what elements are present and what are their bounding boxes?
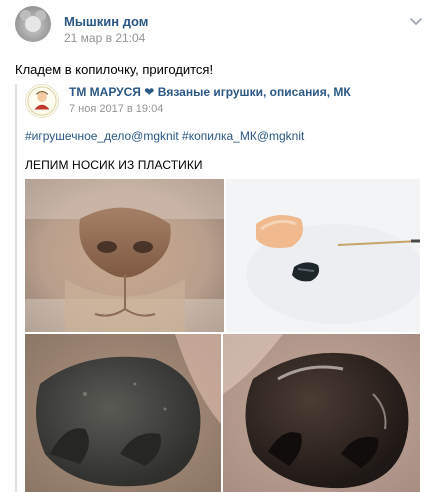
repost-group-name: Вязаные игрушки, описания, МК bbox=[157, 85, 351, 99]
repost-divider bbox=[15, 84, 17, 492]
hashtags-link[interactable]: #игрушечное_дело@mgknit #копилка_МК@mgkn… bbox=[25, 129, 304, 143]
post-author-link[interactable]: Мышкин дом bbox=[64, 14, 148, 29]
marusya-logo-icon[interactable] bbox=[25, 84, 59, 118]
repost-author-name: ТМ МАРУСЯ bbox=[69, 85, 141, 99]
repost-author-link[interactable]: ТМ МАРУСЯ ❤ Вязаные игрушки, описания, М… bbox=[69, 85, 351, 99]
heart-icon: ❤ bbox=[144, 85, 155, 99]
photo-glossy-nose[interactable] bbox=[223, 334, 420, 492]
wall-post: Мышкин дом 21 мар в 21:04 Кладем в копил… bbox=[0, 0, 435, 492]
repost-date-link[interactable]: 7 ноя 2017 в 19:04 bbox=[69, 103, 163, 115]
photo-clay-materials[interactable] bbox=[226, 179, 420, 332]
photo-matte-nose[interactable] bbox=[25, 334, 221, 492]
author-avatar[interactable] bbox=[15, 6, 51, 42]
repost-caption: ЛЕПИМ НОСИК ИЗ ПЛАСТИКИ bbox=[25, 158, 203, 172]
post-text: Кладем в копилочку, пригодится! bbox=[15, 62, 214, 77]
chevron-down-icon[interactable] bbox=[409, 14, 423, 28]
avatar-face bbox=[25, 16, 41, 32]
photo-nose-on-toy[interactable] bbox=[25, 179, 224, 332]
post-date-link[interactable]: 21 мар в 21:04 bbox=[64, 31, 145, 45]
